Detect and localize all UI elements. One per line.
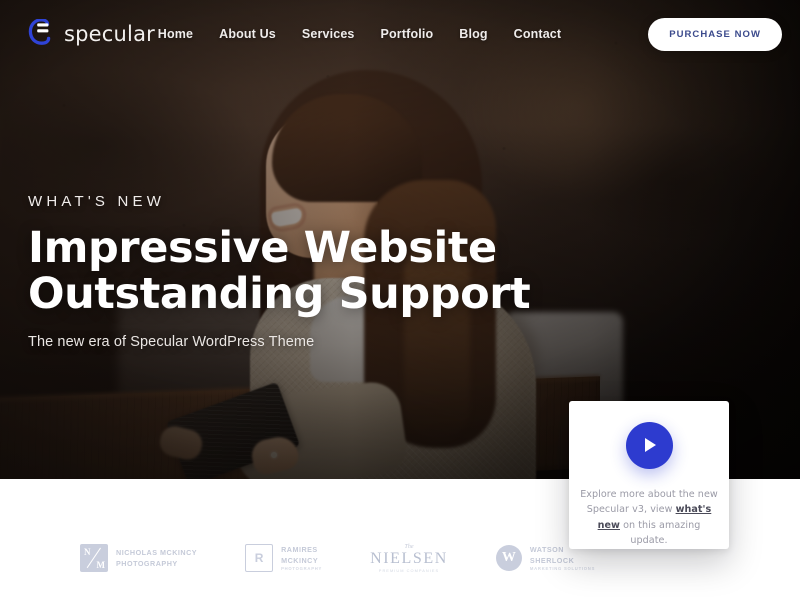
nav-item-blog[interactable]: Blog: [446, 21, 500, 47]
nm-monogram-letter-bottom: M: [96, 560, 106, 571]
client-name-line1: RAMIRES: [281, 545, 318, 555]
nav-item-services[interactable]: Services: [289, 21, 368, 47]
client-subtitle: PHOTOGRAPHY: [281, 566, 323, 572]
w-circle-icon: W: [495, 545, 522, 572]
nm-monogram-icon: N M: [80, 544, 108, 573]
hero-subheadline: The new era of Specular WordPress Theme: [28, 334, 315, 350]
nav-item-portfolio[interactable]: Portfolio: [368, 21, 447, 47]
play-video-button[interactable]: [625, 422, 673, 469]
client-logos-row: N M NICHOLAS MCKINCY PHOTOGRAPHY R RAMIR…: [0, 544, 595, 573]
specular-s-logo-icon: [28, 18, 55, 49]
purchase-now-button[interactable]: PURCHASE NOW: [648, 17, 782, 51]
r-monogram-letter: R: [254, 551, 264, 566]
brand-logo[interactable]: specular: [28, 18, 155, 49]
client-subtitle: MARKETING SOLUTIONS: [529, 566, 596, 572]
nielsen-name: NIELSEN: [370, 549, 448, 567]
nav-item-about-us[interactable]: About Us: [206, 21, 289, 47]
client-logo-nicholas-mckincy[interactable]: N M NICHOLAS MCKINCY PHOTOGRAPHY: [80, 544, 197, 573]
client-logo-nielsen[interactable]: The NIELSEN PREMIUM COMPANIES: [370, 544, 448, 573]
video-promo-card: Explore more about the new Specular v3, …: [569, 401, 729, 549]
client-name-line1: NICHOLAS MCKINCY: [116, 548, 198, 558]
hero-headline-line2: Outstanding Support: [28, 269, 531, 319]
client-name-line2: MCKINCY: [281, 555, 319, 565]
video-card-text: Explore more about the new Specular v3, …: [569, 487, 729, 549]
nav-item-home[interactable]: Home: [158, 21, 206, 47]
landing-page: specular Home About Us Services Portfoli…: [0, 0, 800, 600]
client-logo-text: NICHOLAS MCKINCY PHOTOGRAPHY: [116, 548, 197, 568]
video-card-text-after: on this amazing update.: [619, 519, 701, 547]
hero-copy: WHAT'S NEW Impressive Website Outstandin…: [28, 193, 531, 350]
client-name-line2: PHOTOGRAPHY: [116, 558, 178, 568]
r-monogram-icon: R: [245, 544, 274, 573]
nielsen-wordmark-icon: The NIELSEN PREMIUM COMPANIES: [370, 544, 448, 573]
nielsen-subtitle: PREMIUM COMPANIES: [378, 567, 440, 573]
nm-monogram-letter-top: N: [84, 547, 91, 558]
client-logo-watson-sherlock[interactable]: W WATSON SHERLOCK MARKETING SOLUTIONS: [495, 545, 595, 572]
hero-eyebrow: WHAT'S NEW: [28, 193, 166, 210]
client-logo-ramires-mckincy[interactable]: R RAMIRES MCKINCY PHOTOGRAPHY: [245, 544, 322, 573]
nav-links: Home About Us Services Portfolio Blog Co…: [158, 21, 574, 47]
brand-name: specular: [64, 22, 155, 46]
nielsen-the: The: [404, 543, 414, 550]
play-icon: [645, 438, 656, 453]
hero-headline: Impressive Website Outstanding Support: [28, 223, 531, 319]
hero-headline-line1: Impressive Website: [28, 223, 497, 273]
client-logo-text: WATSON SHERLOCK MARKETING SOLUTIONS: [530, 545, 595, 572]
nav-item-contact[interactable]: Contact: [501, 21, 575, 47]
client-logo-text: RAMIRES MCKINCY PHOTOGRAPHY: [281, 545, 322, 572]
client-name-line2: SHERLOCK: [529, 555, 575, 565]
main-navbar: specular Home About Us Services Portfoli…: [0, 0, 800, 68]
